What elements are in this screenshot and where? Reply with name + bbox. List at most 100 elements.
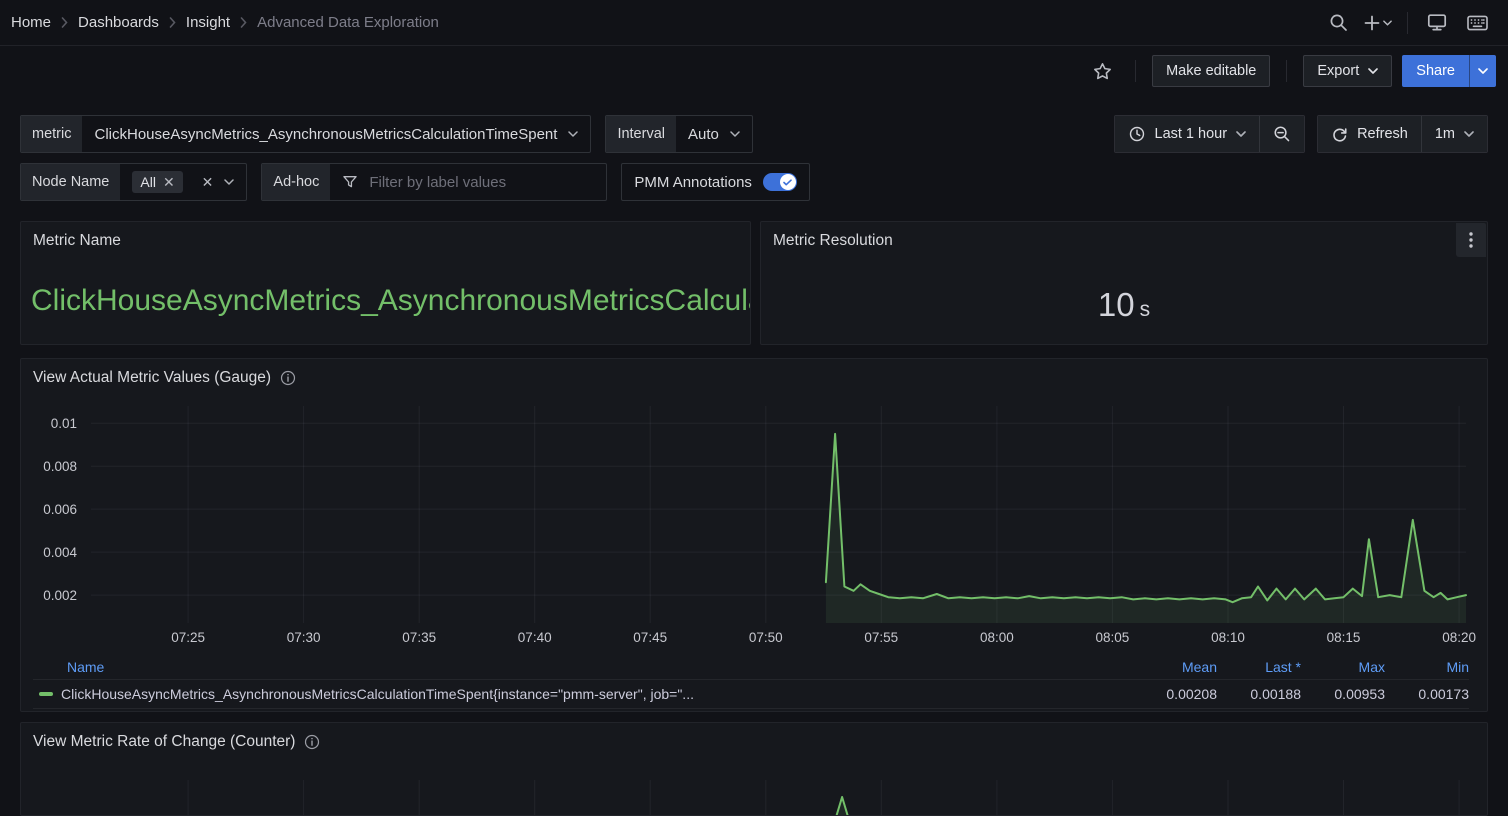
dashboard-toolbar: Make editable Export Share bbox=[0, 46, 1508, 96]
variables-row: metric ClickHouseAsyncMetrics_Asynchrono… bbox=[20, 115, 1488, 153]
legend-col-max[interactable]: Max bbox=[1301, 659, 1385, 675]
divider bbox=[1407, 12, 1408, 34]
dashboard-page: Home Dashboards Insight Advanced Data Ex… bbox=[0, 0, 1508, 816]
zoom-out-time-button[interactable] bbox=[1259, 116, 1304, 152]
interval-variable-label: Interval bbox=[606, 116, 676, 152]
svg-text:08:20: 08:20 bbox=[1442, 630, 1476, 645]
chevron-down-icon bbox=[1464, 131, 1474, 137]
share-button[interactable]: Share bbox=[1402, 55, 1469, 87]
filters-row: Node Name All ✕ ✕ Ad-hoc PMM Annotations bbox=[20, 163, 1488, 201]
chevron-down-icon bbox=[224, 179, 234, 185]
svg-text:07:30: 07:30 bbox=[287, 630, 321, 645]
panel-title: Metric Name bbox=[33, 232, 121, 250]
info-icon[interactable] bbox=[304, 734, 320, 750]
legend-series-row: ClickHouseAsyncMetrics_AsynchronousMetri… bbox=[33, 679, 1469, 709]
svg-text:0.01: 0.01 bbox=[51, 416, 77, 431]
metric-variable-select[interactable]: ClickHouseAsyncMetrics_AsynchronousMetri… bbox=[82, 116, 590, 152]
node-name-select[interactable]: All ✕ ✕ bbox=[120, 164, 246, 200]
svg-text:08:15: 08:15 bbox=[1327, 630, 1361, 645]
time-picker-group: Last 1 hour bbox=[1114, 115, 1306, 153]
panel-title: Metric Resolution bbox=[773, 232, 893, 250]
clear-selection-icon[interactable]: ✕ bbox=[202, 175, 214, 189]
svg-text:08:00: 08:00 bbox=[980, 630, 1014, 645]
adhoc-filter-label: Ad-hoc bbox=[262, 164, 330, 200]
legend-col-mean[interactable]: Mean bbox=[1133, 659, 1217, 675]
svg-text:0.008: 0.008 bbox=[43, 459, 77, 474]
svg-text:0.006: 0.006 bbox=[43, 502, 77, 517]
breadcrumb-dashboards[interactable]: Dashboards bbox=[78, 14, 159, 31]
star-favorite-icon[interactable] bbox=[1085, 55, 1119, 87]
keyboard-shortcuts-icon[interactable] bbox=[1460, 7, 1494, 39]
breadcrumb-home[interactable]: Home bbox=[11, 14, 51, 31]
make-editable-button[interactable]: Make editable bbox=[1152, 55, 1270, 87]
gauge-chart[interactable]: 07:2507:3007:3507:4007:4507:5007:5508:00… bbox=[21, 359, 1489, 651]
series-max-value: 0.00953 bbox=[1301, 686, 1385, 702]
metric-resolution-value: 10s bbox=[761, 286, 1487, 324]
refresh-interval-select[interactable]: 1m bbox=[1421, 116, 1487, 152]
legend-col-min[interactable]: Min bbox=[1385, 659, 1469, 675]
remove-chip-icon[interactable]: ✕ bbox=[163, 175, 175, 189]
series-color-marker bbox=[39, 692, 53, 696]
gauge-panel: 07:2507:3007:3507:4007:4507:5007:5508:00… bbox=[20, 358, 1488, 712]
time-range-picker[interactable]: Last 1 hour bbox=[1115, 116, 1260, 152]
search-icon[interactable] bbox=[1321, 7, 1355, 39]
export-button[interactable]: Export bbox=[1303, 55, 1392, 87]
svg-text:07:35: 07:35 bbox=[402, 630, 436, 645]
svg-text:0.004: 0.004 bbox=[43, 545, 77, 560]
node-name-selected-chip[interactable]: All ✕ bbox=[132, 171, 182, 193]
svg-text:07:50: 07:50 bbox=[749, 630, 783, 645]
refresh-icon bbox=[1331, 126, 1348, 143]
legend-table: Name Mean Last * Max Min ClickHouseAsync… bbox=[33, 655, 1475, 709]
metric-resolution-unit: s bbox=[1140, 298, 1151, 321]
legend-col-name[interactable]: Name bbox=[33, 659, 1133, 675]
adhoc-filter-input-wrap bbox=[330, 164, 606, 200]
legend-header: Name Mean Last * Max Min bbox=[33, 655, 1469, 679]
panel-title: View Actual Metric Values (Gauge) bbox=[33, 369, 271, 387]
panel-header: View Metric Rate of Change (Counter) bbox=[21, 723, 1487, 761]
divider bbox=[1135, 60, 1136, 82]
add-new-icon[interactable] bbox=[1361, 7, 1395, 39]
chevron-down-icon bbox=[1368, 68, 1378, 74]
refresh-group: Refresh 1m bbox=[1317, 115, 1488, 153]
svg-text:08:10: 08:10 bbox=[1211, 630, 1245, 645]
svg-text:08:05: 08:05 bbox=[1096, 630, 1130, 645]
kiosk-monitor-icon[interactable] bbox=[1420, 7, 1454, 39]
adhoc-filter-input[interactable] bbox=[369, 174, 594, 191]
share-menu-caret[interactable] bbox=[1469, 55, 1496, 87]
metric-name-value: ClickHouseAsyncMetrics_AsynchronousMetri… bbox=[31, 284, 750, 318]
chevron-right-icon bbox=[61, 17, 68, 28]
panel-title: View Metric Rate of Change (Counter) bbox=[33, 733, 295, 751]
chevron-down-icon bbox=[1478, 68, 1488, 74]
panel-menu-kebab-icon[interactable] bbox=[1456, 223, 1486, 257]
chevron-right-icon bbox=[169, 17, 176, 28]
legend-col-last[interactable]: Last * bbox=[1217, 659, 1301, 675]
counter-panel: View Metric Rate of Change (Counter) bbox=[20, 722, 1488, 816]
refresh-button[interactable]: Refresh bbox=[1318, 116, 1421, 152]
panel-header: Metric Name bbox=[21, 222, 750, 260]
zoom-out-icon bbox=[1273, 125, 1291, 143]
metric-resolution-panel: Metric Resolution 10s bbox=[760, 221, 1488, 345]
interval-variable: Interval Auto bbox=[605, 115, 752, 153]
series-name[interactable]: ClickHouseAsyncMetrics_AsynchronousMetri… bbox=[61, 686, 694, 702]
series-last-value: 0.00188 bbox=[1217, 686, 1301, 702]
chevron-right-icon bbox=[240, 17, 247, 28]
pmm-annotations-toggle[interactable] bbox=[763, 173, 797, 191]
breadcrumb-current-page: Advanced Data Exploration bbox=[257, 14, 439, 31]
top-nav: Home Dashboards Insight Advanced Data Ex… bbox=[0, 0, 1508, 46]
chevron-down-icon bbox=[730, 131, 740, 137]
pmm-annotations-label: PMM Annotations bbox=[622, 164, 809, 200]
info-icon[interactable] bbox=[280, 370, 296, 386]
divider bbox=[1286, 60, 1287, 82]
adhoc-filter: Ad-hoc bbox=[261, 163, 607, 201]
series-min-value: 0.00173 bbox=[1385, 686, 1469, 702]
breadcrumb: Home Dashboards Insight Advanced Data Ex… bbox=[11, 14, 439, 31]
chevron-down-icon bbox=[568, 131, 578, 137]
share-button-group: Share bbox=[1402, 55, 1496, 87]
interval-variable-select[interactable]: Auto bbox=[676, 116, 752, 152]
panel-header: View Actual Metric Values (Gauge) bbox=[21, 359, 1487, 397]
svg-text:0.002: 0.002 bbox=[43, 588, 77, 603]
clock-icon bbox=[1128, 125, 1146, 143]
metric-name-panel: Metric Name ClickHouseAsyncMetrics_Async… bbox=[20, 221, 751, 345]
breadcrumb-insight[interactable]: Insight bbox=[186, 14, 230, 31]
series-mean-value: 0.00208 bbox=[1133, 686, 1217, 702]
